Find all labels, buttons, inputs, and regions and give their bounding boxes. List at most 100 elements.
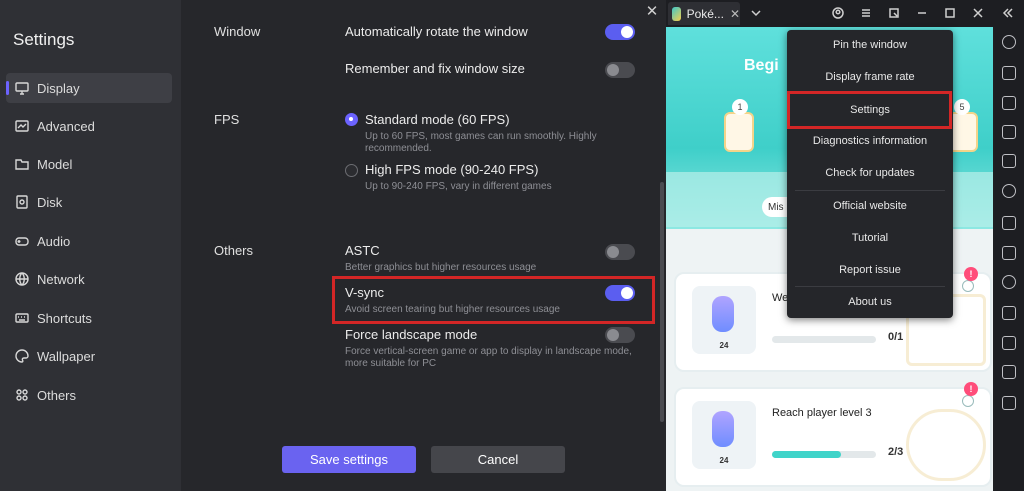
quest-tile [724, 112, 754, 152]
grid-icon [15, 388, 29, 402]
astc-label: ASTC [345, 243, 380, 258]
emulator-titlebar: Poké... ✕ [666, 0, 1024, 27]
task-progress-text: 0/1 [888, 331, 904, 343]
monitor-icon [15, 81, 29, 95]
screenshot-icon[interactable] [886, 5, 902, 21]
landscape-desc: Force vertical-screen game or app to dis… [345, 346, 632, 369]
task-card[interactable]: 24 Reach player level 3 2/3 [674, 387, 992, 487]
sidebar-item-label: Model [37, 156, 73, 172]
remember-size-toggle[interactable] [605, 62, 635, 78]
pokemon-sprite: 24 [692, 401, 756, 469]
sidebar-item-network[interactable]: Network [6, 264, 172, 294]
maximize-icon[interactable] [942, 5, 958, 21]
standard-fps-label[interactable]: Standard mode (60 FPS) [365, 112, 510, 127]
menu-item-official-website[interactable]: Official website [787, 191, 953, 221]
standard-fps-radio[interactable] [345, 113, 358, 126]
sidebar-item-label: Shortcuts [37, 310, 92, 326]
location-icon[interactable] [1002, 184, 1016, 198]
apk-icon[interactable] [1002, 246, 1016, 260]
folder-icon[interactable] [1002, 336, 1016, 350]
option-auto-rotate-label: Automatically rotate the window [345, 24, 528, 39]
cancel-button[interactable]: Cancel [431, 446, 565, 473]
menu-item-diagnostics[interactable]: Diagnostics information [787, 126, 953, 156]
sidebar-item-label: Disk [37, 194, 63, 210]
standard-fps-desc: Up to 60 FPS, most games can run smoothl… [365, 131, 597, 154]
settings-highlight-box [787, 91, 952, 129]
settings-title: Settings [13, 30, 75, 49]
menu-item-display-frame-rate[interactable]: Display frame rate [787, 62, 953, 92]
scissors-icon[interactable] [1002, 275, 1016, 289]
high-fps-label[interactable]: High FPS mode (90-240 FPS) [365, 162, 538, 177]
landscape-label: Force landscape mode [345, 327, 478, 342]
minimize-icon[interactable] [914, 5, 930, 21]
pokemon-sprite: 24 [692, 286, 756, 354]
more-icon[interactable] [1002, 396, 1016, 410]
task-text: Reach player level 3 [772, 407, 872, 419]
astc-toggle[interactable] [605, 244, 635, 260]
sidebar-item-model[interactable]: Model [6, 149, 172, 179]
menu-item-pin-window[interactable]: Pin the window [787, 30, 953, 60]
card-decoration [906, 409, 986, 481]
menu-item-tutorial[interactable]: Tutorial [787, 223, 953, 253]
tab-pokemon-game[interactable]: Poké... ✕ [668, 2, 740, 25]
menu-item-report-issue[interactable]: Report issue [787, 255, 953, 285]
controller-icon[interactable] [1002, 66, 1016, 80]
chart-icon [15, 119, 29, 133]
settings-scrollbar[interactable] [660, 182, 664, 422]
magnify-icon[interactable] [962, 280, 974, 292]
app-icon [672, 6, 681, 21]
task-progress-bar [772, 451, 876, 458]
task-text: We [772, 292, 789, 304]
chevron-down-icon[interactable] [748, 5, 764, 21]
sidebar-item-label: Audio [37, 233, 71, 249]
high-fps-radio[interactable] [345, 164, 358, 177]
task-progress-bar [772, 336, 876, 343]
menu-item-about-us[interactable]: About us [787, 287, 953, 317]
alert-badge: ! [964, 267, 978, 281]
sidebar-item-label: Display [37, 80, 80, 96]
volume-up-icon[interactable] [1002, 96, 1016, 110]
settings-window: Settings Display Advanced Model Disk Aud… [0, 0, 666, 491]
sidebar-item-disk[interactable]: Disk [6, 187, 172, 217]
astc-desc: Better graphics but higher resources usa… [345, 262, 537, 273]
sidebar-item-shortcuts[interactable]: Shortcuts [6, 303, 172, 333]
keyboard-icon [15, 311, 29, 325]
disk-icon [15, 195, 29, 209]
auto-rotate-toggle[interactable] [605, 24, 635, 40]
phone-icon[interactable] [1002, 365, 1016, 379]
gamepad-icon [15, 234, 29, 248]
emulator-right-toolbar [995, 27, 1024, 491]
volume-down-icon[interactable] [1002, 125, 1016, 139]
sidebar-item-advanced[interactable]: Advanced [6, 111, 172, 141]
sidebar-item-wallpaper[interactable]: Wallpaper [6, 341, 172, 371]
pokemon-level: 24 [719, 456, 729, 465]
sidebar-item-others[interactable]: Others [6, 380, 172, 410]
pokemon-level: 24 [719, 341, 729, 350]
keymap-icon[interactable] [1002, 35, 1016, 49]
sidebar-item-label: Advanced [37, 118, 95, 134]
settings-content: Window Automatically rotate the window R… [181, 0, 666, 491]
task-progress-text: 2/3 [888, 446, 904, 458]
collapse-sidebar-icon[interactable] [1000, 5, 1016, 21]
landscape-toggle[interactable] [605, 327, 635, 343]
fullscreen-icon[interactable] [1002, 154, 1016, 168]
sidebar-item-display[interactable]: Display [6, 73, 172, 103]
sidebar-item-audio[interactable]: Audio [6, 226, 172, 256]
pokemon-image [712, 411, 734, 447]
close-window-icon[interactable] [970, 5, 986, 21]
save-settings-button[interactable]: Save settings [282, 446, 416, 473]
folder-icon [15, 157, 29, 171]
option-remember-size-label: Remember and fix window size [345, 61, 525, 76]
magnify-icon[interactable] [962, 395, 974, 407]
menu-icon[interactable] [858, 5, 874, 21]
menu-item-check-updates[interactable]: Check for updates [787, 158, 953, 188]
add-icon[interactable] [1002, 216, 1016, 230]
record-icon[interactable] [1002, 306, 1016, 320]
task-progress-fill [772, 451, 842, 458]
tab-close-icon[interactable]: ✕ [730, 7, 740, 21]
globe-icon [15, 272, 29, 286]
emulator-dropdown-menu: Pin the window Display frame rate Settin… [787, 30, 953, 318]
quest-number: 1 [732, 99, 748, 115]
close-icon[interactable]: ✕ [644, 4, 660, 20]
account-icon[interactable] [830, 5, 846, 21]
